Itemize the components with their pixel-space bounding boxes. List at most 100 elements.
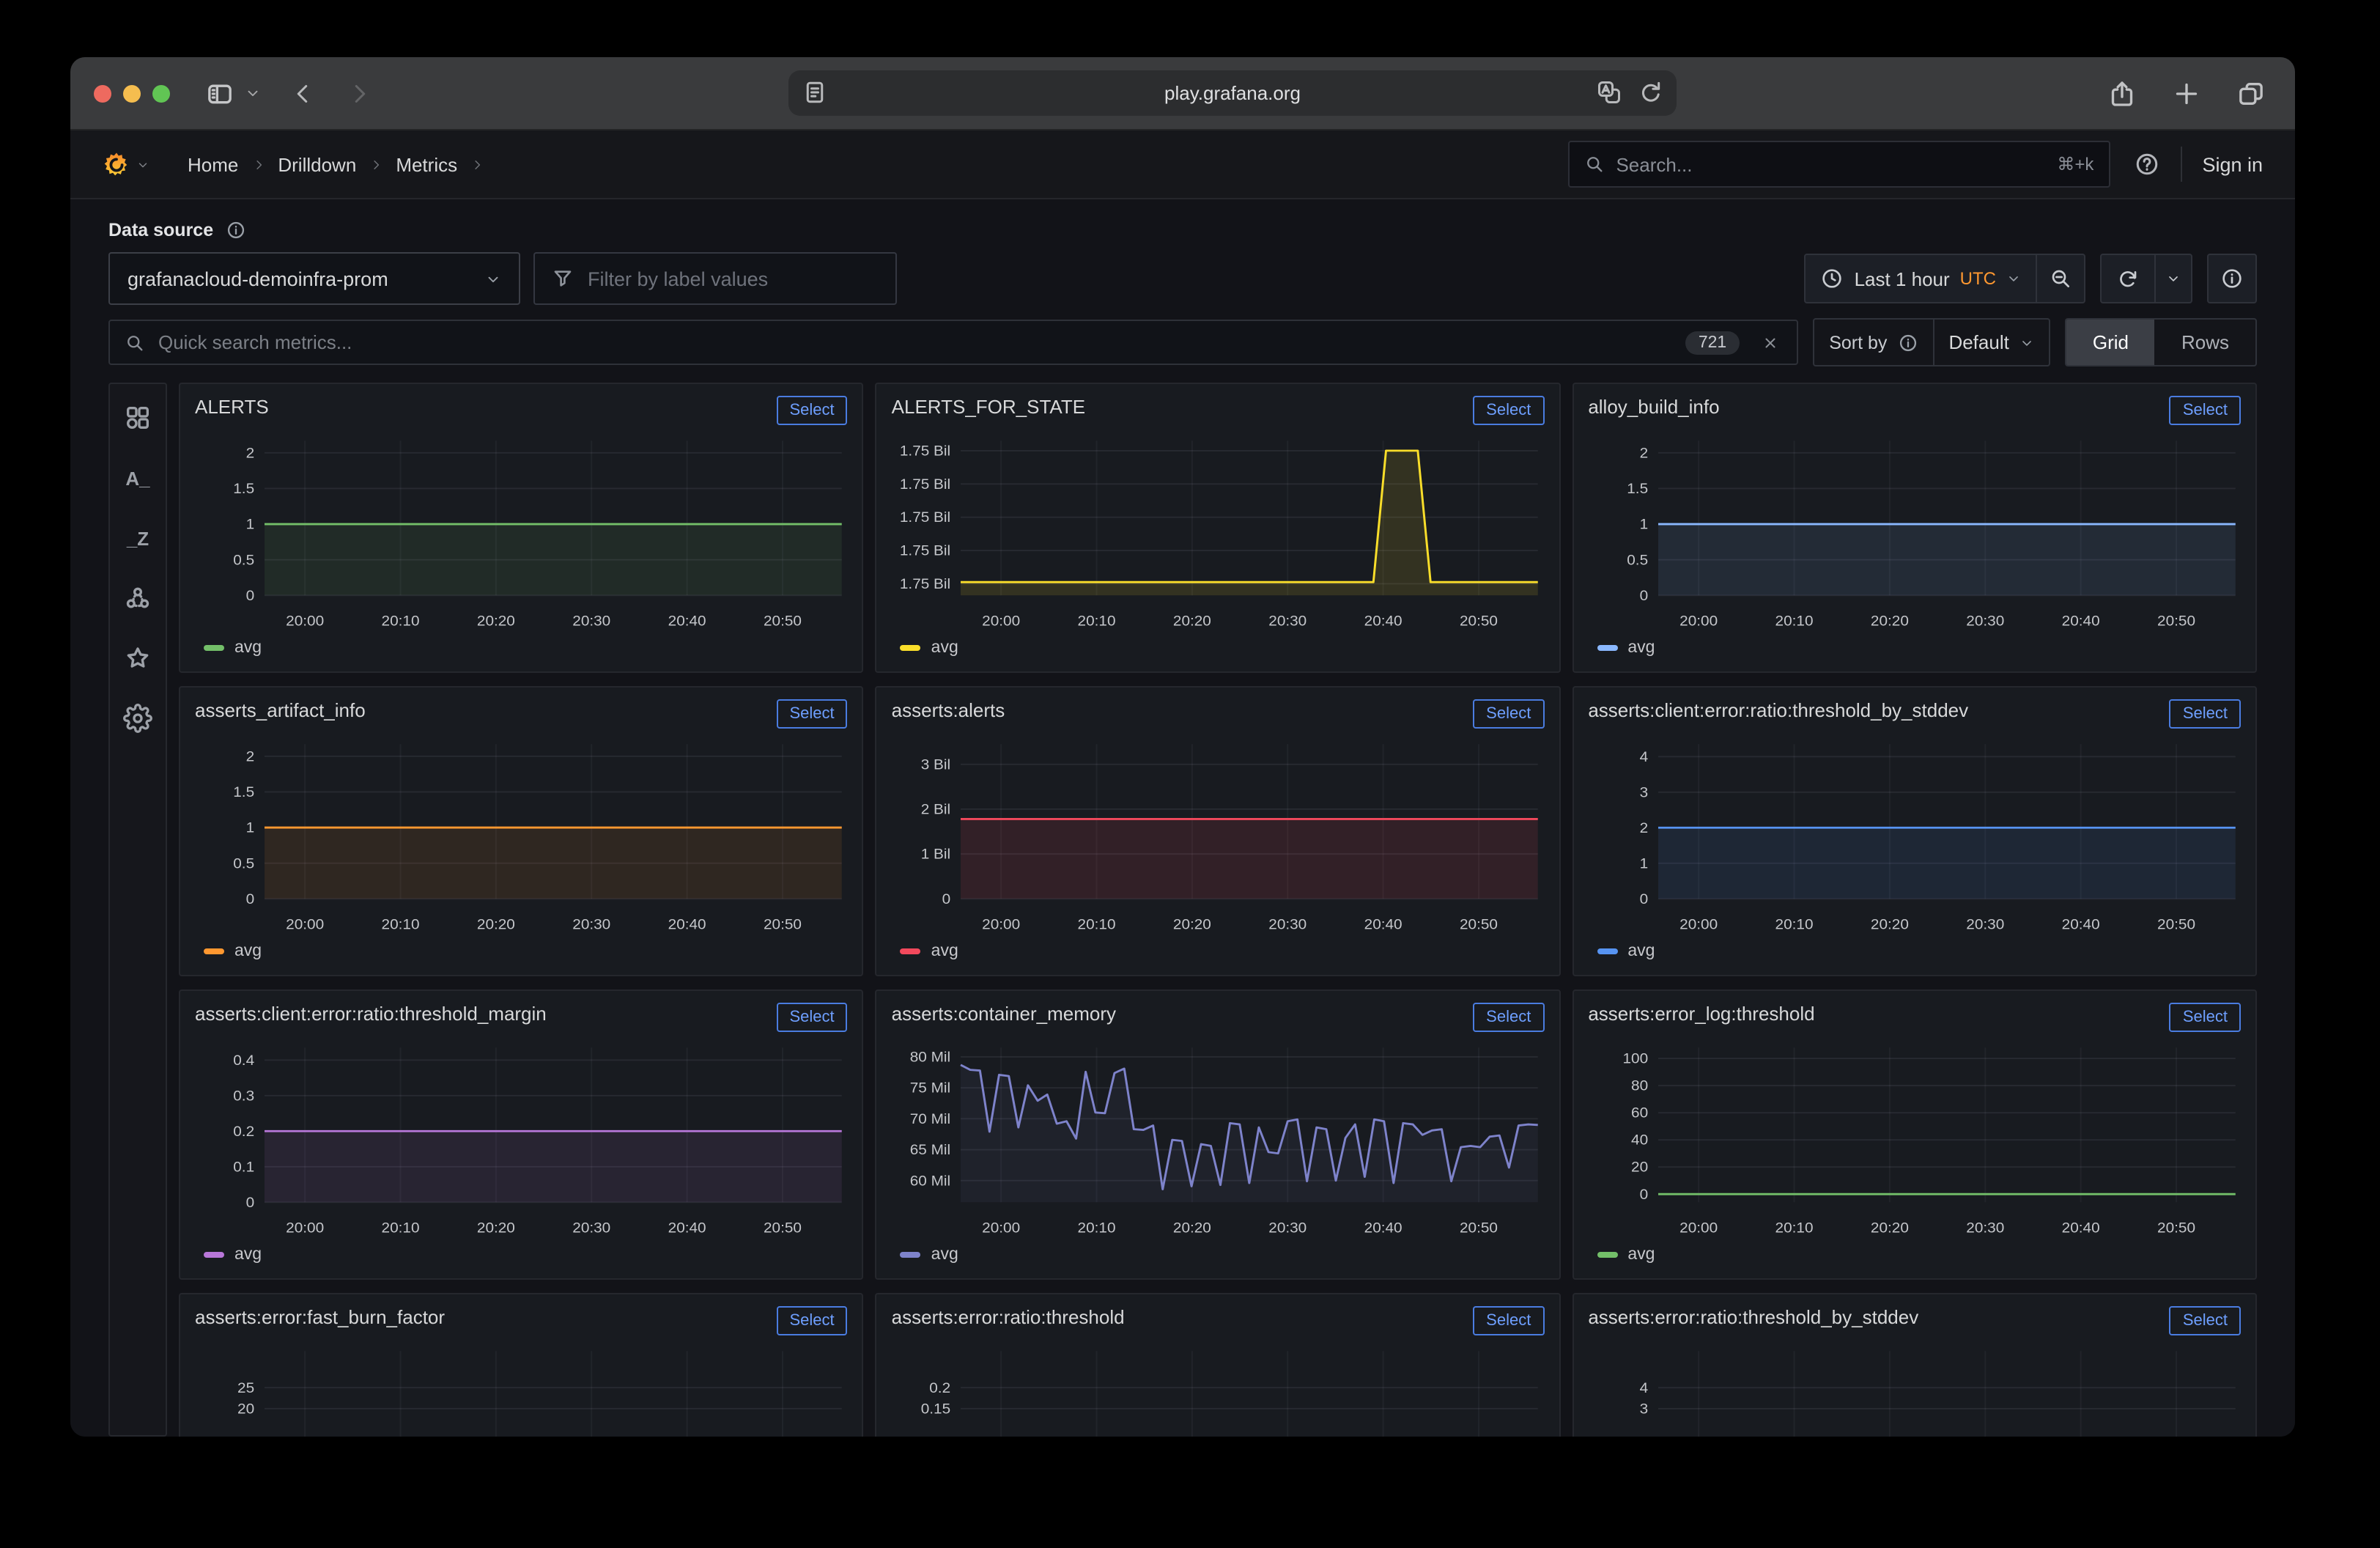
clear-search-icon[interactable] xyxy=(1762,333,1779,351)
sort-info-icon[interactable] xyxy=(1897,332,1918,353)
global-search-input[interactable]: Search... ⌘+k xyxy=(1567,141,2110,188)
info-button[interactable] xyxy=(2209,255,2255,302)
help-icon[interactable] xyxy=(2133,151,2159,177)
time-range-button[interactable]: Last 1 hour UTC xyxy=(1806,255,2036,302)
select-button[interactable]: Select xyxy=(1473,396,1544,425)
svg-text:20:50: 20:50 xyxy=(764,917,802,932)
reload-icon[interactable] xyxy=(1637,79,1663,106)
breadcrumb-drilldown[interactable]: Drilldown xyxy=(278,153,356,175)
select-button[interactable]: Select xyxy=(777,1306,848,1335)
metric-panel: alloy_build_infoSelect20:0020:1020:2020:… xyxy=(1572,383,2257,673)
sort-asc-icon[interactable]: A_ xyxy=(122,462,154,494)
legend-label[interactable]: avg xyxy=(234,1246,262,1264)
metric-panel: asserts:error:fast_burn_factorSelect20:0… xyxy=(179,1293,864,1437)
quick-search-input[interactable]: Quick search metrics... 721 xyxy=(108,320,1798,365)
org-switcher-chevron-icon[interactable] xyxy=(136,158,149,171)
refresh-button[interactable] xyxy=(2102,255,2154,302)
legend-label[interactable]: avg xyxy=(1627,639,1655,657)
legend-label[interactable]: avg xyxy=(931,639,958,657)
select-button[interactable]: Select xyxy=(1473,699,1544,729)
minimize-window-button[interactable] xyxy=(123,84,141,102)
svg-text:20:00: 20:00 xyxy=(286,613,324,629)
fullscreen-window-button[interactable] xyxy=(152,84,170,102)
select-button[interactable]: Select xyxy=(2170,699,2241,729)
legend-label[interactable]: avg xyxy=(931,943,958,960)
close-window-button[interactable] xyxy=(94,84,111,102)
zoom-out-button[interactable] xyxy=(2037,255,2084,302)
svg-text:20:10: 20:10 xyxy=(1775,917,1813,932)
search-placeholder: Search... xyxy=(1616,153,2045,175)
select-button[interactable]: Select xyxy=(2170,1306,2241,1335)
svg-text:0.1: 0.1 xyxy=(233,1159,254,1174)
metric-chart[interactable]: 20:0020:1020:2020:3020:4020:500.40.30.20… xyxy=(195,1039,848,1246)
legend-label[interactable]: avg xyxy=(1627,943,1655,960)
metric-chart[interactable]: 20:0020:1020:2020:3020:4020:5043210 xyxy=(1588,735,2241,943)
metric-panel: asserts:error_log:threshold Select 20:0020… xyxy=(1572,989,2257,1280)
metric-chart[interactable]: 20:0020:1020:2020:3020:4020:5021.510.50 xyxy=(195,432,848,639)
address-bar-zone: play.grafana.org xyxy=(372,70,2093,116)
label-filter-input[interactable]: Filter by label values xyxy=(533,252,897,305)
svg-text:0: 0 xyxy=(1639,891,1648,907)
panel-title: asserts:error_log:threshold xyxy=(1588,1003,1814,1025)
metric-panel: asserts:error:ratio:threshold_by_stddev S… xyxy=(1572,1293,2257,1437)
legend-label[interactable]: avg xyxy=(1627,1246,1655,1264)
breadcrumb-metrics[interactable]: Metrics xyxy=(396,153,457,175)
sort-select[interactable]: Default xyxy=(1934,320,2048,365)
legend-label[interactable]: avg xyxy=(234,943,262,960)
sidebar-toggle-icon[interactable] xyxy=(205,78,234,108)
address-bar[interactable]: play.grafana.org xyxy=(788,70,1677,116)
metric-chart[interactable]: 20:0020:1020:2020:3020:4020:5021.510.50 xyxy=(1588,432,2241,639)
tab-group-chevron-icon[interactable] xyxy=(245,85,261,101)
view-grid-button[interactable]: Grid xyxy=(2066,320,2155,365)
breadcrumb-home[interactable]: Home xyxy=(188,153,238,175)
svg-text:0.5: 0.5 xyxy=(233,855,254,871)
groups-icon[interactable] xyxy=(122,582,154,614)
svg-text:0.3: 0.3 xyxy=(233,1088,254,1103)
page-settings-icon[interactable] xyxy=(802,79,828,106)
tab-overview-icon[interactable] xyxy=(2236,78,2266,108)
metric-chart[interactable]: 20:0020:1020:2020:3020:4020:501008060402… xyxy=(1588,1039,2241,1246)
metric-chart[interactable]: 20:0020:1020:2020:3020:4020:502520 xyxy=(195,1342,848,1437)
metric-chart[interactable]: 20:0020:1020:2020:3020:4020:503 Bil2 Bil… xyxy=(892,735,1545,943)
favorites-icon[interactable] xyxy=(122,642,154,674)
metric-chart[interactable]: 20:0020:1020:2020:3020:4020:5080 Mil75 M… xyxy=(892,1039,1545,1246)
share-icon[interactable] xyxy=(2107,78,2137,108)
panel-title: asserts:client:error:ratio:threshold_mar… xyxy=(195,1003,547,1025)
metric-chart[interactable]: 20:0020:1020:2020:3020:4020:5021.510.50 xyxy=(195,735,848,943)
svg-text:20:30: 20:30 xyxy=(1966,613,2004,629)
refresh-interval-button[interactable] xyxy=(2156,255,2191,302)
svg-text:1.75 Bil: 1.75 Bil xyxy=(901,443,951,458)
svg-text:20:20: 20:20 xyxy=(1870,1220,1908,1236)
grafana-logo-icon[interactable] xyxy=(103,150,130,178)
chevron-down-icon xyxy=(485,270,501,287)
metric-chart[interactable]: 20:0020:1020:2020:3020:4020:500.20.15 xyxy=(892,1342,1545,1437)
sort-desc-icon[interactable]: _Z xyxy=(122,522,154,554)
select-button[interactable]: Select xyxy=(1473,1003,1544,1032)
panel-title: asserts:error:ratio:threshold_by_stddev xyxy=(1588,1306,1918,1328)
view-rows-button[interactable]: Rows xyxy=(2155,320,2255,365)
select-button[interactable]: Select xyxy=(2170,1003,2241,1032)
sign-in-button[interactable]: Sign in xyxy=(2202,153,2263,175)
filter-icon xyxy=(551,267,574,290)
select-button[interactable]: Select xyxy=(1473,1306,1544,1335)
apps-icon[interactable] xyxy=(122,402,154,434)
new-tab-icon[interactable] xyxy=(2172,78,2201,108)
select-button[interactable]: Select xyxy=(777,699,848,729)
metric-chart[interactable]: 20:0020:1020:2020:3020:4020:501.75 Bil1.… xyxy=(892,432,1545,639)
url-text[interactable]: play.grafana.org xyxy=(788,82,1677,104)
svg-text:20:20: 20:20 xyxy=(477,917,515,932)
select-button[interactable]: Select xyxy=(777,396,848,425)
svg-text:20:20: 20:20 xyxy=(477,613,515,629)
svg-text:0.15: 0.15 xyxy=(921,1401,950,1416)
metric-chart[interactable]: 20:0020:1020:2020:3020:4020:5043 xyxy=(1588,1342,2241,1437)
legend-label[interactable]: avg xyxy=(931,1246,958,1264)
translate-icon[interactable] xyxy=(1596,79,1622,106)
legend-label[interactable]: avg xyxy=(234,639,262,657)
data-source-select[interactable]: grafanacloud-demoinfra-prom xyxy=(108,252,520,305)
settings-icon[interactable] xyxy=(122,702,154,734)
select-button[interactable]: Select xyxy=(2170,396,2241,425)
select-button[interactable]: Select xyxy=(777,1003,848,1032)
forward-icon[interactable] xyxy=(346,80,372,106)
data-source-info-icon[interactable] xyxy=(225,220,245,240)
back-icon[interactable] xyxy=(290,80,317,106)
